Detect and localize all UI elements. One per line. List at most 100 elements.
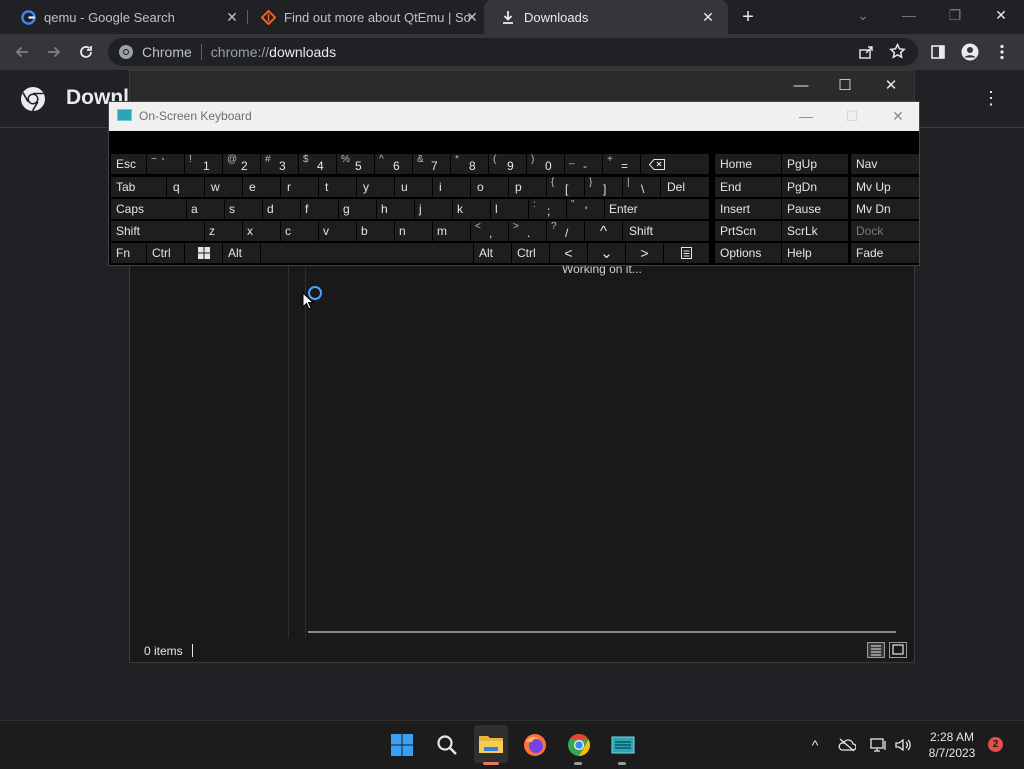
osk-titlebar[interactable]: On-Screen Keyboard — ☐ ✕: [109, 102, 919, 131]
key-backspace[interactable]: [641, 154, 709, 174]
tab-search-icon[interactable]: ⌄: [840, 0, 886, 30]
key-mv-up[interactable]: Mv Up: [851, 177, 919, 197]
key-3[interactable]: #3: [261, 154, 298, 174]
key-z[interactable]: z: [205, 221, 242, 241]
profile-avatar-icon[interactable]: [958, 40, 982, 64]
minimize-button[interactable]: —: [886, 0, 932, 30]
firefox-icon[interactable]: [521, 731, 549, 759]
key-equals[interactable]: + =: [603, 154, 640, 174]
key-ctrl-right[interactable]: Ctrl: [512, 243, 549, 263]
key-enter[interactable]: Enter: [605, 199, 709, 219]
key-q[interactable]: q: [167, 177, 204, 197]
navigation-pane[interactable]: [130, 266, 289, 638]
osk-minimize-button[interactable]: —: [783, 102, 829, 131]
key-quote[interactable]: " ': [567, 199, 604, 219]
reload-icon[interactable]: [74, 40, 98, 64]
key-esc[interactable]: Esc: [111, 154, 146, 174]
key-e[interactable]: e: [243, 177, 280, 197]
key-scrlk[interactable]: ScrLk: [782, 221, 848, 241]
key-left-arrow[interactable]: <: [550, 243, 587, 263]
key-slash[interactable]: ? /: [547, 221, 584, 241]
key-comma[interactable]: <,: [471, 221, 508, 241]
key-n[interactable]: n: [395, 221, 432, 241]
key-c[interactable]: c: [281, 221, 318, 241]
tab-close-icon[interactable]: ✕: [700, 9, 716, 25]
key-g[interactable]: g: [339, 199, 376, 219]
key-h[interactable]: h: [377, 199, 414, 219]
key-pgup[interactable]: PgUp: [782, 154, 848, 174]
key-o[interactable]: o: [471, 177, 508, 197]
key-s[interactable]: s: [225, 199, 262, 219]
back-icon[interactable]: [10, 40, 34, 64]
key-1[interactable]: ! 1: [185, 154, 222, 174]
key-t[interactable]: t: [319, 177, 356, 197]
dialog-minimize-button[interactable]: —: [778, 71, 824, 101]
key-4[interactable]: $4: [299, 154, 336, 174]
key-fn[interactable]: Fn: [111, 243, 146, 263]
key-prtscn[interactable]: PrtScn: [715, 221, 781, 241]
key-space[interactable]: [261, 243, 473, 263]
key-backslash[interactable]: | \: [623, 177, 660, 197]
key-5[interactable]: % 5: [337, 154, 374, 174]
key-up-arrow[interactable]: ^: [585, 221, 622, 241]
network-icon[interactable]: [870, 736, 888, 754]
key-caps[interactable]: Caps: [111, 199, 186, 219]
share-icon[interactable]: [858, 44, 874, 60]
forward-icon[interactable]: [42, 40, 66, 64]
search-icon[interactable]: [433, 731, 461, 759]
key-w[interactable]: w: [205, 177, 242, 197]
key-j[interactable]: j: [415, 199, 452, 219]
horizontal-scrollbar[interactable]: [308, 631, 896, 633]
key-u[interactable]: u: [395, 177, 432, 197]
key-shift-left[interactable]: Shift: [111, 221, 204, 241]
key-r[interactable]: r: [281, 177, 318, 197]
downloads-menu-icon[interactable]: ⋮: [982, 88, 1000, 109]
key-down-arrow[interactable]: ⌄: [588, 243, 625, 263]
key-minus[interactable]: _ -: [565, 154, 602, 174]
windows-start-icon[interactable]: [388, 731, 416, 759]
key-help[interactable]: Help: [782, 243, 848, 263]
key-alt-right[interactable]: Alt: [474, 243, 511, 263]
new-tab-button[interactable]: +: [738, 7, 758, 27]
dialog-titlebar[interactable]: — ☐ ✕: [130, 71, 914, 103]
onedrive-offline-icon[interactable]: [838, 736, 856, 754]
key-f[interactable]: f: [301, 199, 338, 219]
key-9[interactable]: (9: [489, 154, 526, 174]
key-dock[interactable]: Dock: [851, 221, 919, 241]
key-alt-left[interactable]: Alt: [223, 243, 260, 263]
chrome-menu-icon[interactable]: [990, 40, 1014, 64]
key-a[interactable]: a: [187, 199, 224, 219]
volume-icon[interactable]: [894, 736, 912, 754]
key-mv-dn[interactable]: Mv Dn: [851, 199, 919, 219]
dialog-close-button[interactable]: ✕: [868, 71, 914, 101]
key-home[interactable]: Home: [715, 154, 781, 174]
key-x[interactable]: x: [243, 221, 280, 241]
tab-close-icon[interactable]: ✕: [464, 9, 480, 25]
key-8[interactable]: * 8: [451, 154, 488, 174]
key-right-bracket[interactable]: }]: [585, 177, 622, 197]
osk-maximize-button[interactable]: ☐: [829, 102, 875, 131]
details-view-icon[interactable]: [867, 642, 885, 658]
tab-qtemu-sourceforge[interactable]: Find out more about QtEmu | So ✕: [240, 0, 486, 34]
key-2[interactable]: @2: [223, 154, 260, 174]
chrome-icon[interactable]: [565, 731, 593, 759]
address-bar[interactable]: Chrome chrome://downloads: [108, 38, 918, 66]
tray-chevron-icon[interactable]: ^: [806, 736, 824, 754]
key-0[interactable]: ) 0: [527, 154, 564, 174]
bookmark-star-icon[interactable]: [889, 43, 906, 60]
osk-close-button[interactable]: ✕: [875, 102, 921, 131]
key-nav[interactable]: Nav: [851, 154, 919, 174]
file-explorer-icon[interactable]: [474, 725, 508, 763]
key-insert[interactable]: Insert: [715, 199, 781, 219]
key-left-bracket[interactable]: {[: [547, 177, 584, 197]
key-6[interactable]: ^ 6: [375, 154, 412, 174]
key-fade[interactable]: Fade: [851, 243, 919, 263]
key-del[interactable]: Del: [661, 177, 709, 197]
clock-date[interactable]: 8/7/2023: [926, 746, 978, 760]
close-button[interactable]: ✕: [978, 0, 1024, 30]
key-semicolon[interactable]: :;: [529, 199, 566, 219]
key-windows[interactable]: [185, 243, 222, 263]
clock-time[interactable]: 2:28 AM: [926, 730, 978, 744]
restore-button[interactable]: ❐: [932, 0, 978, 30]
key-right-arrow[interactable]: >: [626, 243, 663, 263]
